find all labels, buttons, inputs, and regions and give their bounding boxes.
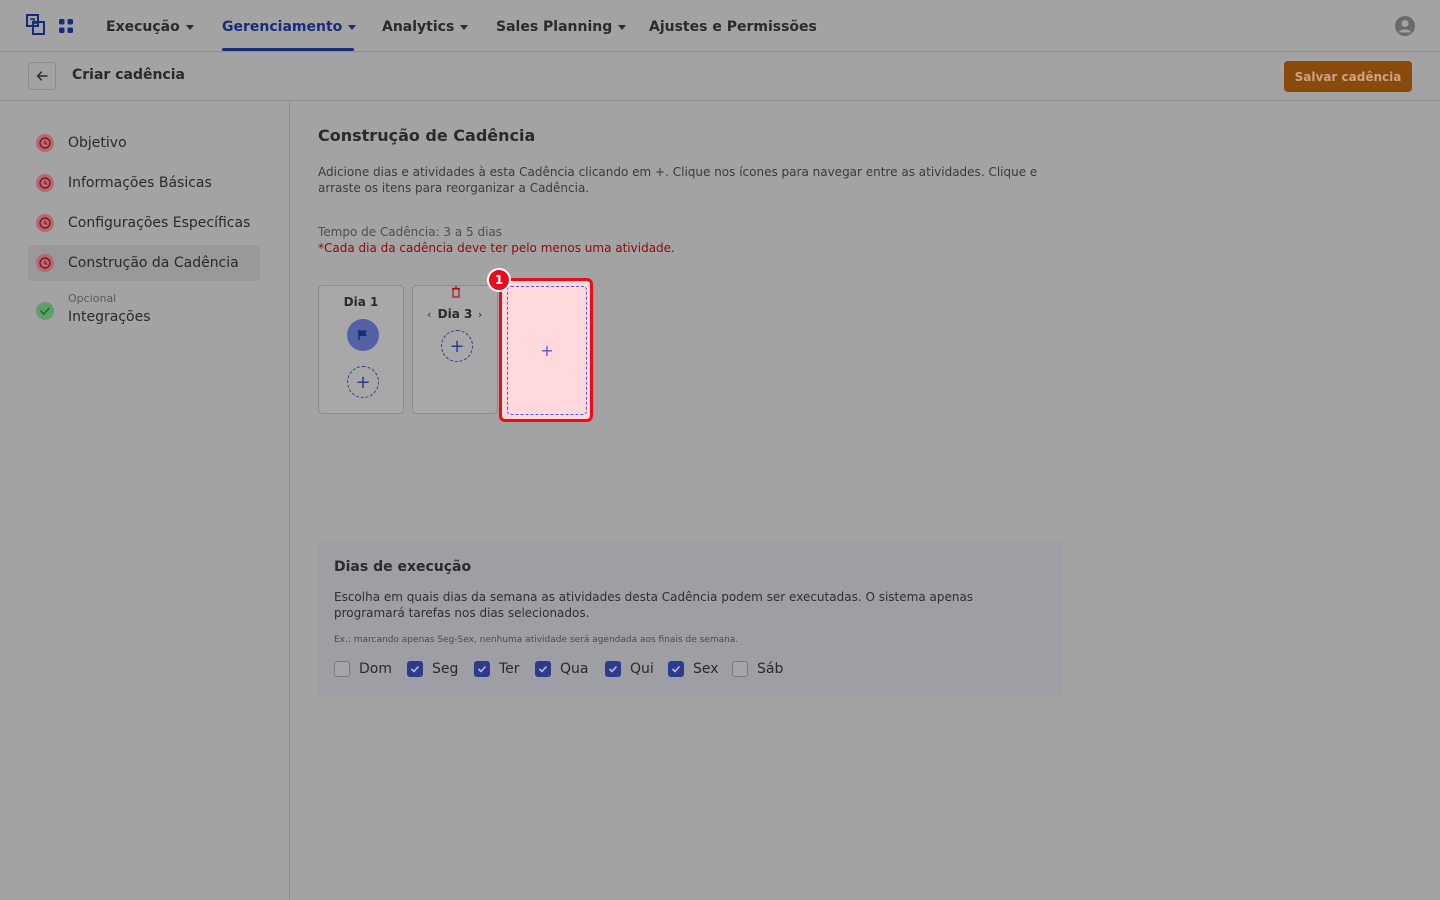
sidebar-item-configuracoes-especificas[interactable]: Configurações Específicas	[28, 205, 260, 241]
checkbox-qua[interactable]: Qua	[535, 661, 588, 677]
checkbox-qui[interactable]: Qui	[605, 661, 654, 677]
nav-sales-planning-label: Sales Planning	[496, 19, 613, 35]
apps-grid-icon[interactable]	[59, 19, 73, 33]
clock-alert-icon	[36, 214, 54, 232]
checkbox-label: Sex	[693, 661, 719, 677]
sidebar-item-construcao-cadencia[interactable]: Construção da Cadência	[28, 245, 260, 281]
activity-flag-button[interactable]	[347, 319, 379, 351]
checkbox-dom[interactable]: Dom	[334, 661, 392, 677]
check-icon	[410, 665, 420, 673]
clock-alert-icon	[36, 174, 54, 192]
execution-days-panel: Dias de execução Escolha em quais dias d…	[318, 542, 1062, 695]
top-navigation: Execução Gerenciamento Analytics Sales P…	[0, 0, 1440, 52]
checkbox-label: Qua	[560, 661, 589, 677]
caret-down-icon	[618, 24, 627, 30]
nav-gerenciamento[interactable]: Gerenciamento	[222, 17, 357, 37]
nav-sales-planning[interactable]: Sales Planning	[496, 17, 627, 37]
checkbox-box[interactable]	[474, 661, 490, 677]
check-icon	[538, 665, 548, 673]
sidebar-item-label: Objetivo	[68, 135, 127, 151]
checkbox-label: Ter	[499, 661, 520, 677]
checkbox-box[interactable]	[668, 661, 684, 677]
add-day-button[interactable]: +	[507, 286, 587, 415]
arrow-left-icon	[36, 71, 48, 81]
checkbox-ter[interactable]: Ter	[474, 661, 520, 677]
plus-icon: +	[355, 371, 371, 393]
execution-example: Ex.: marcando apenas Seg-Sex, nenhuma at…	[334, 635, 739, 645]
active-tab-indicator	[222, 48, 354, 51]
sidebar-item-informacoes-basicas[interactable]: Informações Básicas	[28, 165, 260, 201]
checkbox-label: Qui	[630, 661, 654, 677]
user-avatar-icon[interactable]	[1395, 16, 1415, 36]
sidebar-item-label: Informações Básicas	[68, 175, 212, 191]
day-title: Dia 3	[437, 307, 473, 321]
check-circle-icon	[36, 302, 54, 320]
checkbox-box[interactable]	[407, 661, 423, 677]
nav-ajustes-label: Ajustes e Permissões	[649, 19, 817, 35]
sidebar-item-label: Construção da Cadência	[68, 255, 239, 271]
checkbox-sab[interactable]: Sáb	[732, 661, 783, 677]
sidebar-item-label: Configurações Específicas	[68, 215, 251, 231]
back-button[interactable]	[28, 62, 56, 90]
nav-analytics[interactable]: Analytics	[382, 17, 469, 37]
checkbox-box[interactable]	[732, 661, 748, 677]
checkbox-label: Dom	[359, 661, 392, 677]
cadence-duration: Tempo de Cadência: 3 a 5 dias	[318, 225, 503, 239]
flag-icon	[358, 330, 367, 340]
check-icon	[671, 665, 681, 673]
checkbox-label: Seg	[432, 661, 459, 677]
clock-alert-icon	[36, 254, 54, 272]
add-activity-button[interactable]: +	[441, 330, 473, 362]
nav-execucao[interactable]: Execução	[106, 17, 194, 37]
checkbox-box[interactable]	[334, 661, 350, 677]
checkbox-label: Sáb	[757, 661, 784, 677]
caret-down-icon	[185, 24, 194, 30]
clock-alert-icon	[36, 134, 54, 152]
nav-ajustes-permissoes[interactable]: Ajustes e Permissões	[649, 17, 817, 37]
steps-sidebar: Objetivo Informações Básicas Configuraçõ…	[0, 101, 290, 900]
day-title: Dia 1	[343, 295, 379, 309]
day-card-3[interactable]: ‹ Dia 3 › +	[412, 285, 498, 414]
execution-title: Dias de execução	[334, 559, 472, 575]
checkbox-sex[interactable]: Sex	[668, 661, 719, 677]
page-header: Criar cadência Salvar cadência	[0, 52, 1440, 101]
check-icon	[608, 665, 618, 673]
logo-icon[interactable]	[26, 14, 46, 36]
chevron-right-icon[interactable]: ›	[478, 308, 482, 321]
check-icon	[477, 665, 487, 673]
trash-icon[interactable]	[451, 286, 461, 298]
sidebar-item-sublabel: Opcional	[68, 292, 117, 305]
page-title: Criar cadência	[72, 67, 185, 83]
section-description: Adicione dias e atividades à esta Cadênc…	[318, 165, 1038, 195]
add-activity-button[interactable]: +	[347, 366, 379, 398]
nav-gerenciamento-label: Gerenciamento	[222, 19, 343, 35]
checkbox-box[interactable]	[605, 661, 621, 677]
nav-execucao-label: Execução	[106, 19, 180, 35]
plus-icon: +	[540, 341, 554, 360]
save-cadence-button[interactable]: Salvar cadência	[1284, 61, 1412, 92]
caret-down-icon	[348, 24, 357, 30]
day-card-1[interactable]: Dia 1 +	[318, 285, 404, 414]
sidebar-item-integracoes[interactable]: Opcional Integrações	[28, 291, 260, 331]
sidebar-item-label: Integrações	[68, 309, 151, 325]
add-day-highlight: +	[499, 278, 593, 422]
checkbox-seg[interactable]: Seg	[407, 661, 458, 677]
step-callout-badge: 1	[487, 268, 511, 292]
section-title: Construção de Cadência	[318, 126, 536, 145]
nav-analytics-label: Analytics	[382, 19, 455, 35]
validation-warning: *Cada dia da cadência deve ter pelo meno…	[318, 241, 675, 255]
plus-icon: +	[449, 335, 465, 357]
sidebar-item-objetivo[interactable]: Objetivo	[28, 125, 260, 161]
caret-down-icon	[460, 24, 469, 30]
execution-description: Escolha em quais dias da semana as ativi…	[334, 590, 974, 620]
checkbox-box[interactable]	[535, 661, 551, 677]
